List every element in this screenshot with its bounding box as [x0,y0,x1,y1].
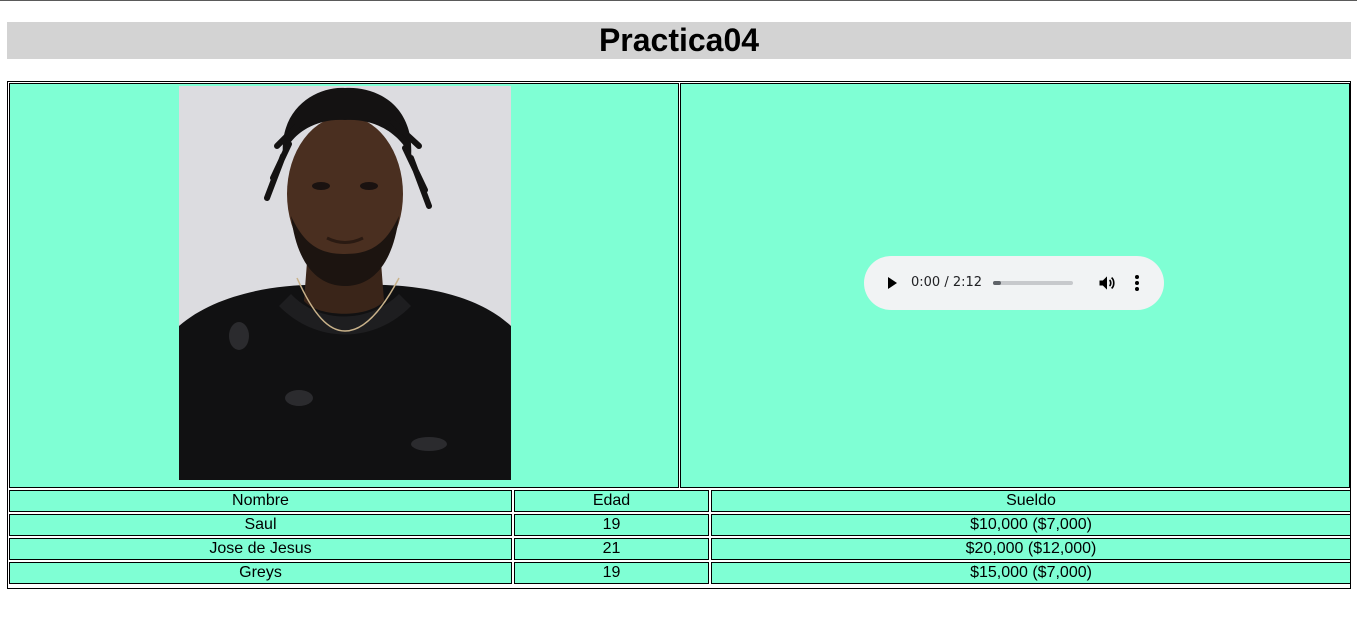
cell-nombre: Greys [9,562,512,584]
play-icon[interactable] [884,275,900,291]
cell-nombre: Saul [9,514,512,536]
more-vert-icon[interactable] [1130,273,1144,293]
cell-sueldo: $20,000 ($12,000) [711,538,1351,560]
header-edad: Edad [514,490,709,512]
cell-edad: 21 [514,538,709,560]
top-rule [0,0,1357,1]
table-header-row: Nombre Edad Sueldo [9,490,1351,512]
audio-player[interactable]: 0:00 / 2:12 [864,256,1164,310]
page-title: Practica04 [598,22,760,58]
portrait-photo [179,86,511,480]
table-row: Jose de Jesus 21 $20,000 ($12,000) [9,538,1351,560]
seek-slider[interactable] [993,281,1073,285]
cell-edad: 19 [514,514,709,536]
table-row: Saul 19 $10,000 ($7,000) [9,514,1351,536]
seek-progress [993,281,1001,285]
title-bar: Practica04 [7,22,1351,59]
audio-cell: 0:00 / 2:12 [680,83,1350,488]
portrait-illustration [179,86,511,480]
volume-icon[interactable] [1097,273,1117,293]
image-cell [9,83,679,488]
header-nombre: Nombre [9,490,512,512]
cell-sueldo: $15,000 ($7,000) [711,562,1351,584]
table-row: Greys 19 $15,000 ($7,000) [9,562,1351,584]
cell-edad: 19 [514,562,709,584]
main-table: 0:00 / 2:12 Nombre Edad Sueldo Saul 19 $… [7,81,1351,589]
cell-sueldo: $10,000 ($7,000) [711,514,1351,536]
time-display: 0:00 / 2:12 [911,275,983,290]
header-sueldo: Sueldo [711,490,1351,512]
cell-nombre: Jose de Jesus [9,538,512,560]
